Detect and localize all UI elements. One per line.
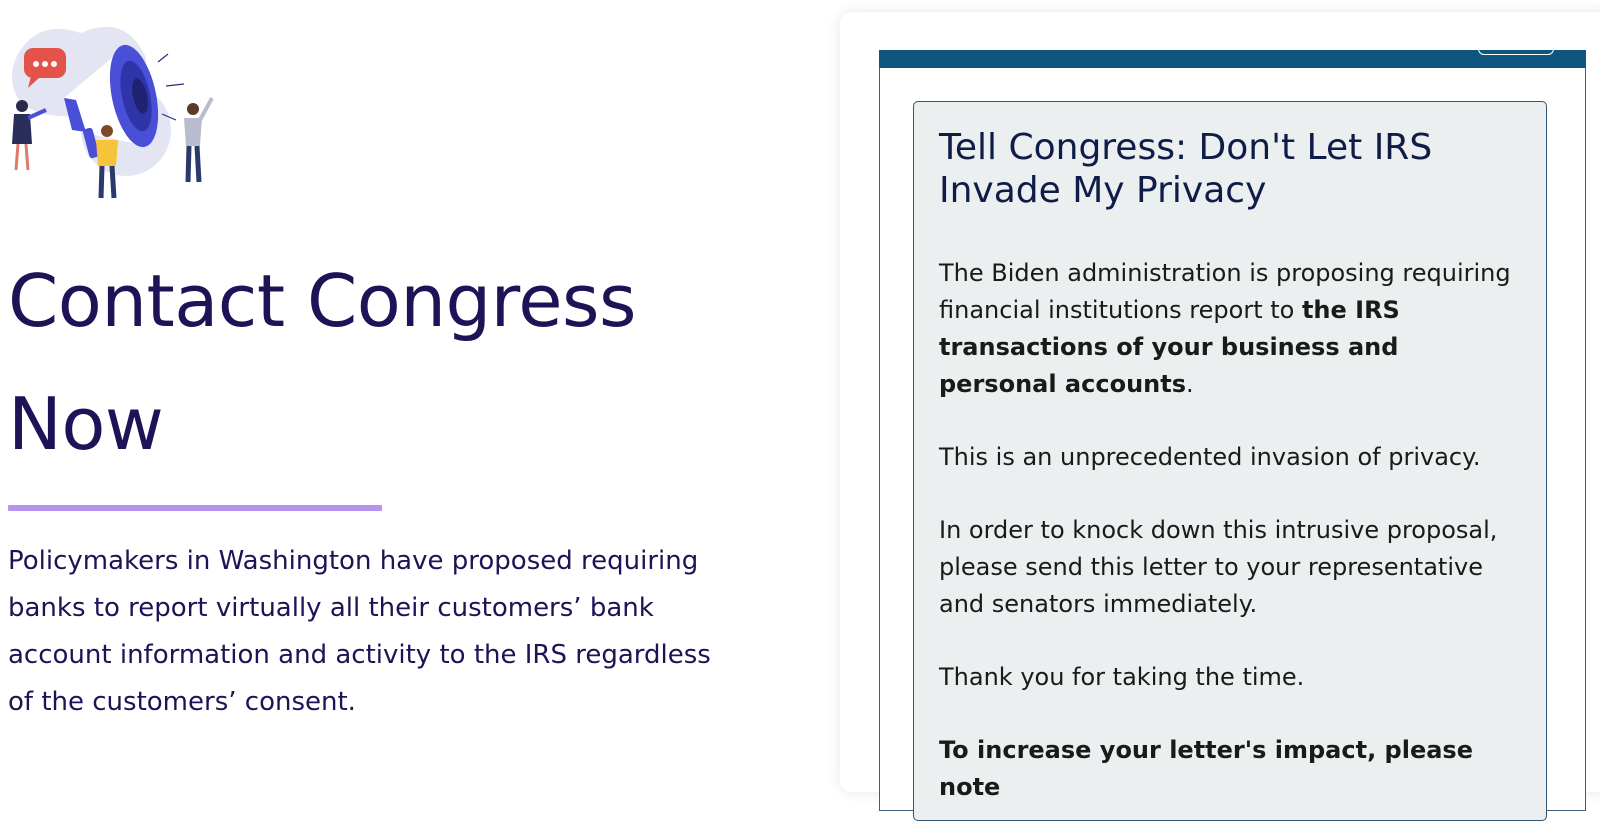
letter-paragraph-1-lead: The Biden administration is proposing re…: [939, 259, 1511, 324]
hero-section: Contact Congress Now Policymakers in Was…: [0, 0, 760, 759]
letter-panel: Tell Congress: Don't Let IRS Invade My P…: [913, 101, 1547, 821]
page-title-line1: Contact Congress: [8, 259, 637, 343]
letter-title: Tell Congress: Don't Let IRS Invade My P…: [939, 127, 1433, 211]
page-title: Contact Congress Now: [8, 240, 748, 486]
page-title-line2: Now: [8, 382, 164, 466]
widget-header-tab[interactable]: [1478, 44, 1554, 55]
letter-paragraph-2: This is an unprecedented invasion of pri…: [939, 443, 1481, 471]
letter-paragraph-3: In order to knock down this intrusive pr…: [939, 516, 1498, 618]
intro-text: Policymakers in Washington have proposed…: [8, 546, 711, 717]
letter-paragraph-1: The Biden administration is proposing re…: [939, 255, 1524, 403]
letter-paragraph-4: Thank you for taking the time.: [939, 663, 1305, 691]
accent-divider: [8, 505, 382, 511]
letter-paragraph-5-bold: letter's impact: [1169, 736, 1368, 764]
letter-paragraph-5-lead: To increase your: [939, 736, 1170, 764]
letter-paragraph-1-end: .: [1186, 370, 1194, 398]
letter-paragraph-5: To increase your letter's impact, please…: [939, 732, 1524, 806]
megaphone-people-illustration-icon: [12, 26, 214, 199]
